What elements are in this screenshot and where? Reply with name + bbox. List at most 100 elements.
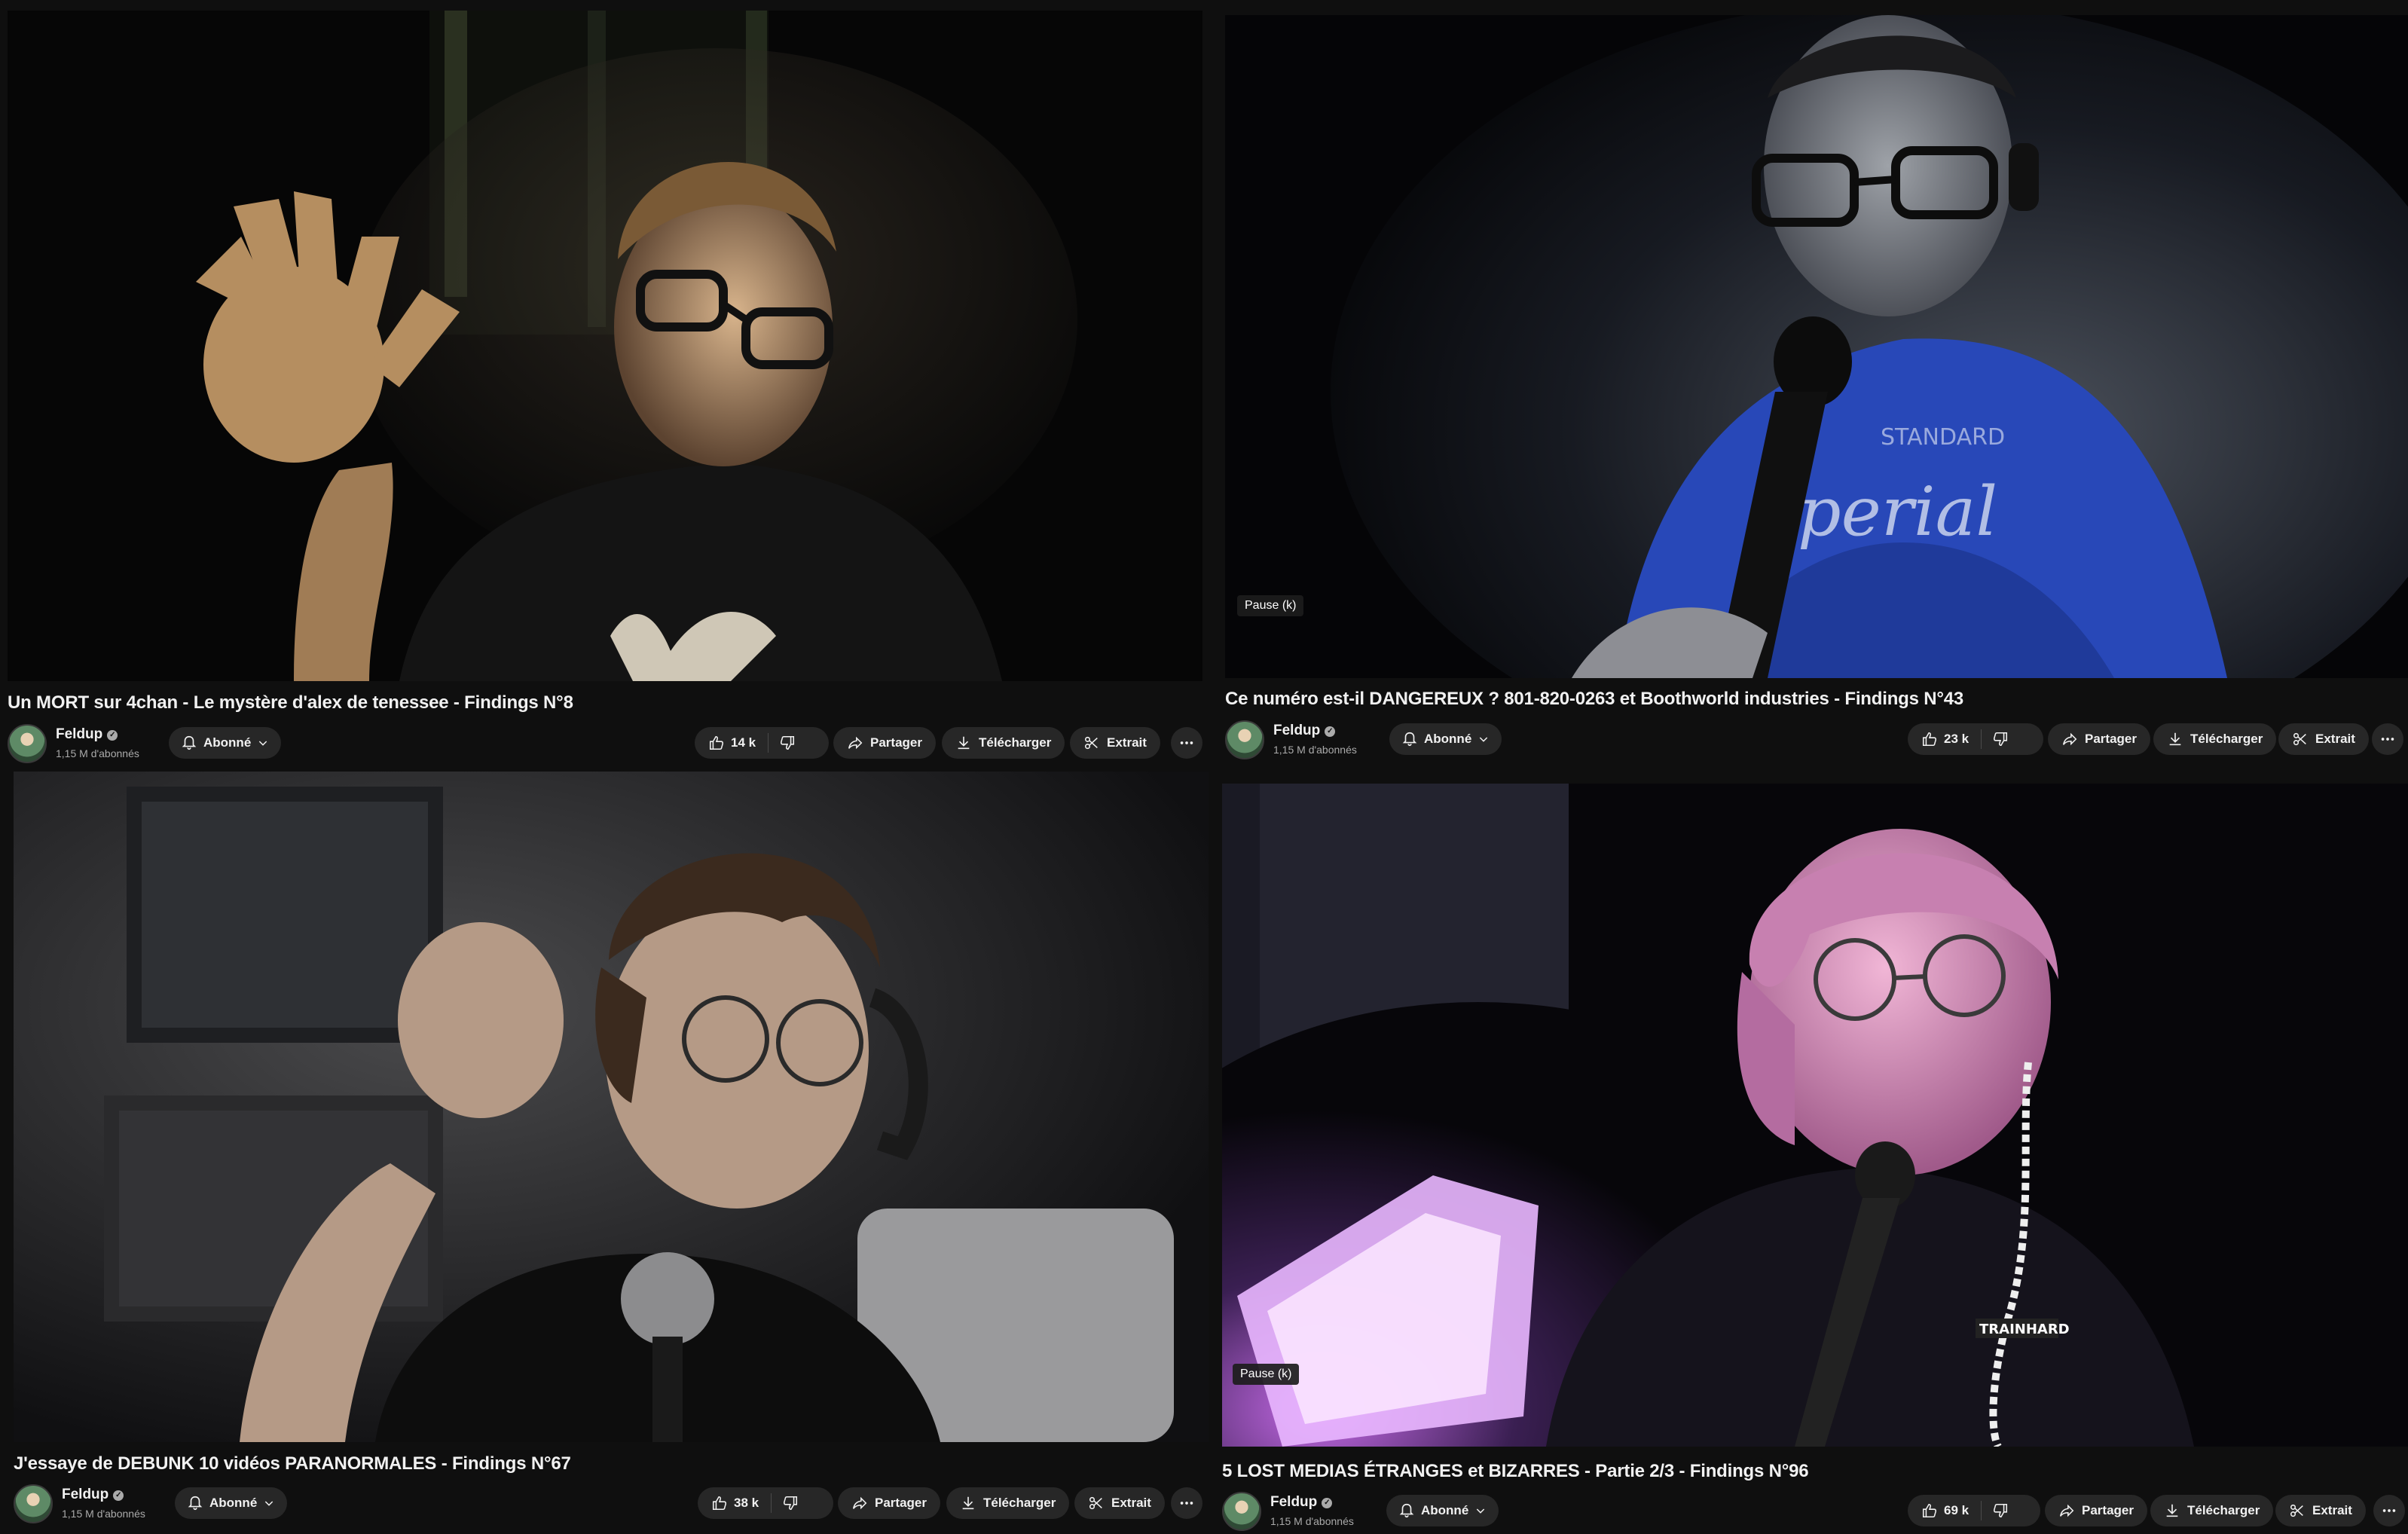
clip-button[interactable]: Extrait [2275,1495,2366,1526]
video-panel: J'essaye de DEBUNK 10 vidéos PARANORMALE… [14,772,1209,1532]
channel-name[interactable]: Feldup ✓ [62,1487,124,1503]
video-player[interactable] [8,11,1202,681]
channel-avatar[interactable] [8,724,47,763]
video-panel: Un MORT sur 4chan - Le mystère d'alex de… [8,11,1202,764]
download-label: Télécharger [983,1496,1056,1510]
share-icon [2059,1504,2074,1517]
like-dislike-group: 69 k [1908,1495,2040,1526]
svg-text:STANDARD: STANDARD [1881,424,2005,451]
download-icon [2166,1504,2178,1517]
more-actions-button[interactable] [1171,1487,1202,1519]
subscribe-button[interactable]: Abonné [169,727,282,759]
download-icon [958,736,970,750]
more-icon [2381,738,2394,741]
download-button[interactable]: Télécharger [942,727,1065,759]
thumbs-down-icon [1994,1503,2008,1518]
verified-icon: ✓ [113,1490,124,1501]
thumbs-up-icon [712,1496,727,1511]
clip-button[interactable]: Extrait [1074,1487,1165,1519]
verified-icon: ✓ [107,730,118,741]
svg-text:perial: perial [1798,472,1997,552]
scissors-icon [1084,736,1098,750]
like-dislike-group: 38 k [698,1487,833,1519]
subscribe-label: Abonné [203,735,252,750]
like-count: 38 k [734,1496,759,1510]
like-button[interactable]: 23 k [1908,723,1981,755]
scissors-icon [2290,1504,2303,1517]
video-player[interactable]: TRAINHARD [1222,784,2408,1447]
download-label: Télécharger [2187,1503,2260,1517]
thumbs-down-icon [781,735,795,750]
dislike-button[interactable] [772,1487,811,1519]
share-button[interactable]: Partager [2045,1495,2147,1526]
bell-icon [182,735,197,750]
video-title: J'essaye de DEBUNK 10 vidéos PARANORMALE… [14,1453,571,1474]
like-button[interactable]: 69 k [1908,1495,1981,1526]
pause-tooltip: Pause (k) [1233,1364,1300,1385]
download-button[interactable]: Télécharger [2153,723,2277,755]
video-player[interactable]: perial STANDARD [1225,15,2408,678]
subscribe-button[interactable]: Abonné [1386,1495,1499,1526]
more-actions-button[interactable] [2372,723,2403,755]
scissors-icon [2293,732,2306,746]
verified-icon: ✓ [1325,726,1336,737]
thumbs-up-icon [709,735,724,750]
subscribe-label: Abonné [1421,1503,1469,1517]
verified-icon: ✓ [1322,1498,1333,1508]
video-panel: TRAINHARD Pause (k) 5 LOST MEDIAS ÉTRANG… [1222,784,2408,1534]
clip-button[interactable]: Extrait [2278,723,2369,755]
share-button[interactable]: Partager [833,727,936,759]
subscribe-button[interactable]: Abonné [175,1487,288,1519]
video-player[interactable] [14,772,1209,1442]
like-button[interactable]: 38 k [698,1487,771,1519]
share-button[interactable]: Partager [2048,723,2150,755]
dislike-button[interactable] [1982,723,2021,755]
clip-button[interactable]: Extrait [1070,727,1160,759]
more-icon [1180,741,1193,744]
share-label: Partager [870,735,922,750]
thumbs-up-icon [1922,732,1937,747]
chevron-down-icon [265,1501,273,1506]
download-label: Télécharger [2190,732,2263,746]
bell-icon [1399,1503,1414,1518]
more-actions-button[interactable] [2373,1495,2405,1526]
like-button[interactable]: 14 k [695,727,768,759]
video-title: 5 LOST MEDIAS ÉTRANGES et BIZARRES - Par… [1222,1461,1809,1481]
download-label: Télécharger [979,735,1052,750]
channel-name[interactable]: Feldup ✓ [56,726,118,743]
clip-label: Extrait [2315,732,2355,746]
thumbs-down-icon [1994,732,2008,747]
chevron-down-icon [1480,737,1488,742]
channel-name[interactable]: Feldup ✓ [1273,723,1336,739]
share-label: Partager [2082,1503,2134,1517]
video-title: Ce numéro est-il DANGEREUX ? 801-820-026… [1225,689,1964,709]
like-count: 23 k [1944,732,1969,746]
video-frame [8,11,1202,681]
svg-text:TRAINHARD: TRAINHARD [1979,1322,2070,1337]
subscribe-label: Abonné [1424,732,1472,746]
share-label: Partager [875,1496,927,1510]
channel-name[interactable]: Feldup ✓ [1270,1494,1333,1511]
clip-label: Extrait [2312,1503,2352,1517]
more-actions-button[interactable] [1171,727,1202,759]
download-icon [2169,732,2181,746]
chevron-down-icon [1477,1508,1485,1514]
video-panel: perial STANDARD Pause (k) Ce numéro est-… [1225,15,2408,761]
dislike-button[interactable] [1982,1495,2021,1526]
video-frame: TRAINHARD [1222,784,2408,1447]
thumbs-down-icon [784,1496,798,1511]
subscribe-button[interactable]: Abonné [1389,723,1502,755]
channel-avatar[interactable] [1222,1492,1261,1531]
subscribe-label: Abonné [209,1496,258,1510]
subscriber-count: 1,15 M d'abonnés [56,747,139,759]
download-button[interactable]: Télécharger [946,1487,1070,1519]
clip-label: Extrait [1111,1496,1151,1510]
scissors-icon [1089,1496,1102,1510]
channel-avatar[interactable] [1225,720,1264,759]
channel-avatar[interactable] [14,1484,53,1523]
share-button[interactable]: Partager [838,1487,940,1519]
dislike-button[interactable] [769,727,808,759]
video-title: Un MORT sur 4chan - Le mystère d'alex de… [8,692,573,713]
download-button[interactable]: Télécharger [2150,1495,2274,1526]
bell-icon [1402,732,1417,747]
